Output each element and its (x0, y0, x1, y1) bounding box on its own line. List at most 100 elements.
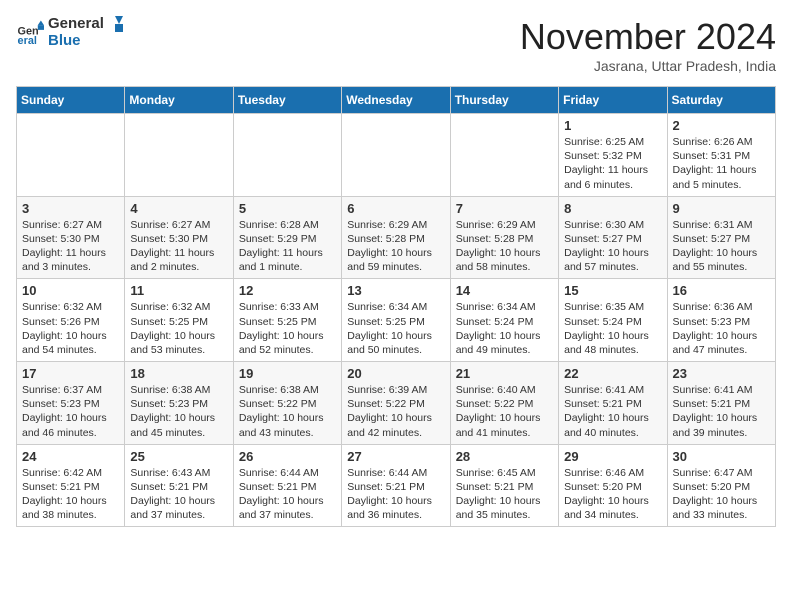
calendar-cell: 9 Sunrise: 6:31 AM Sunset: 5:27 PM Daylig… (667, 196, 775, 279)
logo: Gen eral General Blue (16, 16, 123, 49)
calendar-cell: 1 Sunrise: 6:25 AM Sunset: 5:32 PM Daylig… (559, 114, 667, 197)
day-number: 12 (239, 283, 336, 298)
day-info: Sunrise: 6:25 AM Sunset: 5:32 PM Dayligh… (564, 135, 661, 192)
day-info: Sunrise: 6:29 AM Sunset: 5:28 PM Dayligh… (456, 218, 553, 275)
calendar-cell: 8 Sunrise: 6:30 AM Sunset: 5:27 PM Daylig… (559, 196, 667, 279)
day-info: Sunrise: 6:27 AM Sunset: 5:30 PM Dayligh… (22, 218, 119, 275)
day-info: Sunrise: 6:27 AM Sunset: 5:30 PM Dayligh… (130, 218, 227, 275)
day-number: 3 (22, 201, 119, 216)
day-number: 25 (130, 449, 227, 464)
week-row-1: 1 Sunrise: 6:25 AM Sunset: 5:32 PM Daylig… (17, 114, 776, 197)
day-number: 4 (130, 201, 227, 216)
day-number: 10 (22, 283, 119, 298)
calendar-cell: 12 Sunrise: 6:33 AM Sunset: 5:25 PM Dayli… (233, 279, 341, 362)
day-info: Sunrise: 6:36 AM Sunset: 5:23 PM Dayligh… (673, 300, 770, 357)
month-title: November 2024 (520, 16, 776, 58)
calendar-table: SundayMondayTuesdayWednesdayThursdayFrid… (16, 86, 776, 527)
calendar-cell (233, 114, 341, 197)
day-info: Sunrise: 6:44 AM Sunset: 5:21 PM Dayligh… (347, 466, 444, 523)
day-number: 23 (673, 366, 770, 381)
day-info: Sunrise: 6:34 AM Sunset: 5:25 PM Dayligh… (347, 300, 444, 357)
week-row-3: 10 Sunrise: 6:32 AM Sunset: 5:26 PM Dayli… (17, 279, 776, 362)
day-info: Sunrise: 6:37 AM Sunset: 5:23 PM Dayligh… (22, 383, 119, 440)
logo-general: General (48, 16, 123, 33)
day-info: Sunrise: 6:46 AM Sunset: 5:20 PM Dayligh… (564, 466, 661, 523)
day-info: Sunrise: 6:41 AM Sunset: 5:21 PM Dayligh… (564, 383, 661, 440)
day-info: Sunrise: 6:34 AM Sunset: 5:24 PM Dayligh… (456, 300, 553, 357)
calendar-cell (17, 114, 125, 197)
day-number: 17 (22, 366, 119, 381)
day-number: 8 (564, 201, 661, 216)
calendar-cell: 23Sunrise: 6:41 AM Sunset: 5:21 PM Dayli… (667, 362, 775, 445)
weekday-header-sunday: Sunday (17, 87, 125, 114)
calendar-cell: 30 Sunrise: 6:47 AM Sunset: 5:20 PM Dayli… (667, 444, 775, 527)
title-area: November 2024 Jasrana, Uttar Pradesh, In… (520, 16, 776, 74)
day-number: 29 (564, 449, 661, 464)
day-info: Sunrise: 6:31 AM Sunset: 5:27 PM Dayligh… (673, 218, 770, 275)
day-info: Sunrise: 6:39 AM Sunset: 5:22 PM Dayligh… (347, 383, 444, 440)
day-number: 11 (130, 283, 227, 298)
weekday-header-friday: Friday (559, 87, 667, 114)
day-number: 27 (347, 449, 444, 464)
week-row-5: 24 Sunrise: 6:42 AM Sunset: 5:21 PM Dayli… (17, 444, 776, 527)
day-number: 30 (673, 449, 770, 464)
day-number: 13 (347, 283, 444, 298)
calendar-cell: 27 Sunrise: 6:44 AM Sunset: 5:21 PM Dayli… (342, 444, 450, 527)
day-number: 6 (347, 201, 444, 216)
day-number: 28 (456, 449, 553, 464)
day-number: 20 (347, 366, 444, 381)
day-number: 7 (456, 201, 553, 216)
calendar-cell: 14Sunrise: 6:34 AM Sunset: 5:24 PM Dayli… (450, 279, 558, 362)
calendar-cell: 22Sunrise: 6:41 AM Sunset: 5:21 PM Dayli… (559, 362, 667, 445)
day-number: 2 (673, 118, 770, 133)
calendar-cell: 3 Sunrise: 6:27 AM Sunset: 5:30 PM Daylig… (17, 196, 125, 279)
calendar-cell (450, 114, 558, 197)
calendar-cell (125, 114, 233, 197)
calendar-cell: 6Sunrise: 6:29 AM Sunset: 5:28 PM Daylig… (342, 196, 450, 279)
day-info: Sunrise: 6:38 AM Sunset: 5:22 PM Dayligh… (239, 383, 336, 440)
calendar-cell: 15 Sunrise: 6:35 AM Sunset: 5:24 PM Dayli… (559, 279, 667, 362)
day-number: 15 (564, 283, 661, 298)
week-row-2: 3 Sunrise: 6:27 AM Sunset: 5:30 PM Daylig… (17, 196, 776, 279)
calendar-cell: 2 Sunrise: 6:26 AM Sunset: 5:31 PM Daylig… (667, 114, 775, 197)
calendar-cell: 7 Sunrise: 6:29 AM Sunset: 5:28 PM Daylig… (450, 196, 558, 279)
calendar-cell: 5Sunrise: 6:28 AM Sunset: 5:29 PM Daylig… (233, 196, 341, 279)
weekday-header-thursday: Thursday (450, 87, 558, 114)
day-info: Sunrise: 6:26 AM Sunset: 5:31 PM Dayligh… (673, 135, 770, 192)
calendar-cell: 25 Sunrise: 6:43 AM Sunset: 5:21 PM Dayli… (125, 444, 233, 527)
svg-text:eral: eral (18, 34, 37, 46)
header: Gen eral General Blue November 2024 Jasr… (16, 16, 776, 74)
calendar-cell (342, 114, 450, 197)
calendar-cell: 29 Sunrise: 6:46 AM Sunset: 5:20 PM Dayli… (559, 444, 667, 527)
day-info: Sunrise: 6:35 AM Sunset: 5:24 PM Dayligh… (564, 300, 661, 357)
day-info: Sunrise: 6:47 AM Sunset: 5:20 PM Dayligh… (673, 466, 770, 523)
logo-blue: Blue (48, 33, 123, 50)
day-number: 24 (22, 449, 119, 464)
day-info: Sunrise: 6:32 AM Sunset: 5:26 PM Dayligh… (22, 300, 119, 357)
day-info: Sunrise: 6:40 AM Sunset: 5:22 PM Dayligh… (456, 383, 553, 440)
day-number: 9 (673, 201, 770, 216)
calendar-cell: 18Sunrise: 6:38 AM Sunset: 5:23 PM Dayli… (125, 362, 233, 445)
day-number: 5 (239, 201, 336, 216)
weekday-header-tuesday: Tuesday (233, 87, 341, 114)
day-number: 18 (130, 366, 227, 381)
weekday-header-monday: Monday (125, 87, 233, 114)
calendar-cell: 19 Sunrise: 6:38 AM Sunset: 5:22 PM Dayli… (233, 362, 341, 445)
location-subtitle: Jasrana, Uttar Pradesh, India (520, 58, 776, 74)
day-info: Sunrise: 6:32 AM Sunset: 5:25 PM Dayligh… (130, 300, 227, 357)
day-info: Sunrise: 6:44 AM Sunset: 5:21 PM Dayligh… (239, 466, 336, 523)
calendar-cell: 20 Sunrise: 6:39 AM Sunset: 5:22 PM Dayli… (342, 362, 450, 445)
calendar-cell: 4 Sunrise: 6:27 AM Sunset: 5:30 PM Daylig… (125, 196, 233, 279)
day-info: Sunrise: 6:43 AM Sunset: 5:21 PM Dayligh… (130, 466, 227, 523)
calendar-cell: 16Sunrise: 6:36 AM Sunset: 5:23 PM Dayli… (667, 279, 775, 362)
calendar-cell: 24 Sunrise: 6:42 AM Sunset: 5:21 PM Dayli… (17, 444, 125, 527)
day-info: Sunrise: 6:45 AM Sunset: 5:21 PM Dayligh… (456, 466, 553, 523)
day-number: 1 (564, 118, 661, 133)
day-info: Sunrise: 6:33 AM Sunset: 5:25 PM Dayligh… (239, 300, 336, 357)
day-number: 26 (239, 449, 336, 464)
weekday-header-row: SundayMondayTuesdayWednesdayThursdayFrid… (17, 87, 776, 114)
day-info: Sunrise: 6:42 AM Sunset: 5:21 PM Dayligh… (22, 466, 119, 523)
day-number: 19 (239, 366, 336, 381)
day-info: Sunrise: 6:30 AM Sunset: 5:27 PM Dayligh… (564, 218, 661, 275)
calendar-cell: 21Sunrise: 6:40 AM Sunset: 5:22 PM Dayli… (450, 362, 558, 445)
